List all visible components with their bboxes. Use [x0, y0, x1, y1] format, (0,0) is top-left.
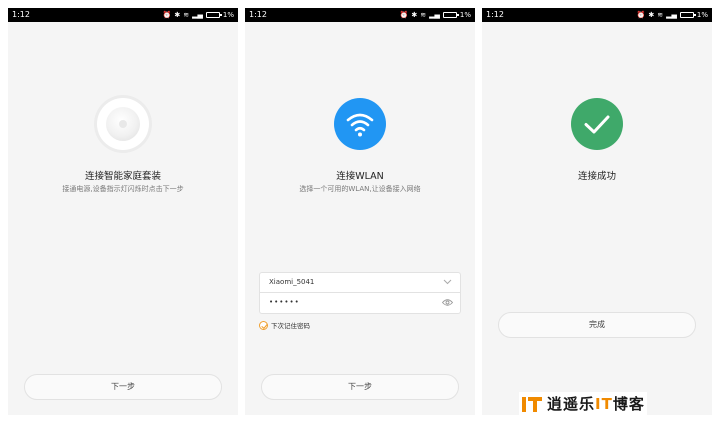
status-icons: ⏰ ✱ ≋ ▂▄ 1% [163, 8, 234, 22]
status-time: 1:12 [486, 10, 504, 19]
next-button[interactable]: 下一步 [24, 374, 222, 400]
status-icons: ⏰ ✱ ≋ ▂▄ 1% [400, 8, 471, 22]
status-icons: ⏰ ✱ ≋ ▂▄ 1% [637, 8, 708, 22]
next-button[interactable]: 下一步 [261, 374, 459, 400]
watermark-text: 逍遥乐IT博客 [547, 393, 645, 414]
signal-icon: ▂▄ [429, 11, 440, 19]
remember-password-label: 下次记住密码 [271, 322, 310, 330]
status-bar: 1:12 ⏰ ✱ ≋ ▂▄ 1% [245, 8, 475, 22]
screen-connect-kit: 1:12 ⏰ ✱ ≋ ▂▄ 1% 连接智能家庭套装 接通电源,设备指示灯闪烁时点… [8, 8, 238, 415]
battery-icon [679, 12, 696, 18]
page-title: 连接成功 [577, 171, 616, 182]
alarm-icon: ⏰ [636, 11, 646, 19]
eye-icon[interactable] [442, 298, 453, 307]
status-bar: 1:12 ⏰ ✱ ≋ ▂▄ 1% [8, 8, 238, 22]
bluetooth-icon: ✱ [174, 11, 181, 19]
battery-percent: 1% [222, 11, 234, 19]
page-title: 连接WLAN [336, 171, 384, 182]
blog-watermark: 逍遥乐IT博客 [519, 392, 647, 415]
watermark-prefix: 逍遥乐 [547, 395, 596, 413]
wifi-status-icon: ≋ [183, 11, 190, 19]
bluetooth-icon: ✱ [648, 11, 655, 19]
wlan-form: Xiaomi_5041 •••••• 下次记住密码 [259, 272, 461, 330]
signal-icon: ▂▄ [192, 11, 203, 19]
battery-icon [205, 12, 222, 18]
page-title: 连接智能家庭套装 [84, 171, 161, 182]
remember-password-checkbox[interactable]: 下次记住密码 [259, 320, 461, 330]
battery-percent: 1% [459, 11, 471, 19]
password-field[interactable]: •••••• [259, 293, 461, 314]
status-time: 1:12 [12, 10, 30, 19]
password-value: •••••• [269, 298, 300, 306]
watermark-accent: IT [595, 395, 613, 413]
screen-connect-success: 1:12 ⏰ ✱ ≋ ▂▄ 1% 连接成功 完成 [482, 8, 712, 415]
battery-icon [442, 12, 459, 18]
screen-connect-wlan: 1:12 ⏰ ✱ ≋ ▂▄ 1% 连接WLAN 选择一个可用的WLAN,让设备接… [245, 8, 475, 415]
page-subtitle: 接通电源,设备指示灯闪烁时点击下一步 [62, 185, 184, 193]
ssid-select[interactable]: Xiaomi_5041 [259, 272, 461, 293]
alarm-icon: ⏰ [162, 11, 172, 19]
wifi-status-icon: ≋ [420, 11, 427, 19]
page-subtitle: 选择一个可用的WLAN,让设备接入网络 [299, 185, 421, 193]
status-bar: 1:12 ⏰ ✱ ≋ ▂▄ 1% [482, 8, 712, 22]
success-check-icon [571, 98, 623, 150]
alarm-icon: ⏰ [399, 11, 409, 19]
wifi-status-icon: ≋ [657, 11, 664, 19]
smart-home-device-icon [97, 98, 149, 150]
bluetooth-icon: ✱ [411, 11, 418, 19]
status-time: 1:12 [249, 10, 267, 19]
battery-percent: 1% [696, 11, 708, 19]
ssid-value: Xiaomi_5041 [269, 278, 315, 286]
it-logo-icon [521, 394, 543, 414]
chevron-down-icon [443, 279, 452, 285]
checkmark-icon [259, 320, 268, 330]
wifi-icon [334, 98, 386, 150]
signal-icon: ▂▄ [666, 11, 677, 19]
done-button[interactable]: 完成 [498, 312, 696, 338]
watermark-suffix: 博客 [612, 395, 645, 413]
